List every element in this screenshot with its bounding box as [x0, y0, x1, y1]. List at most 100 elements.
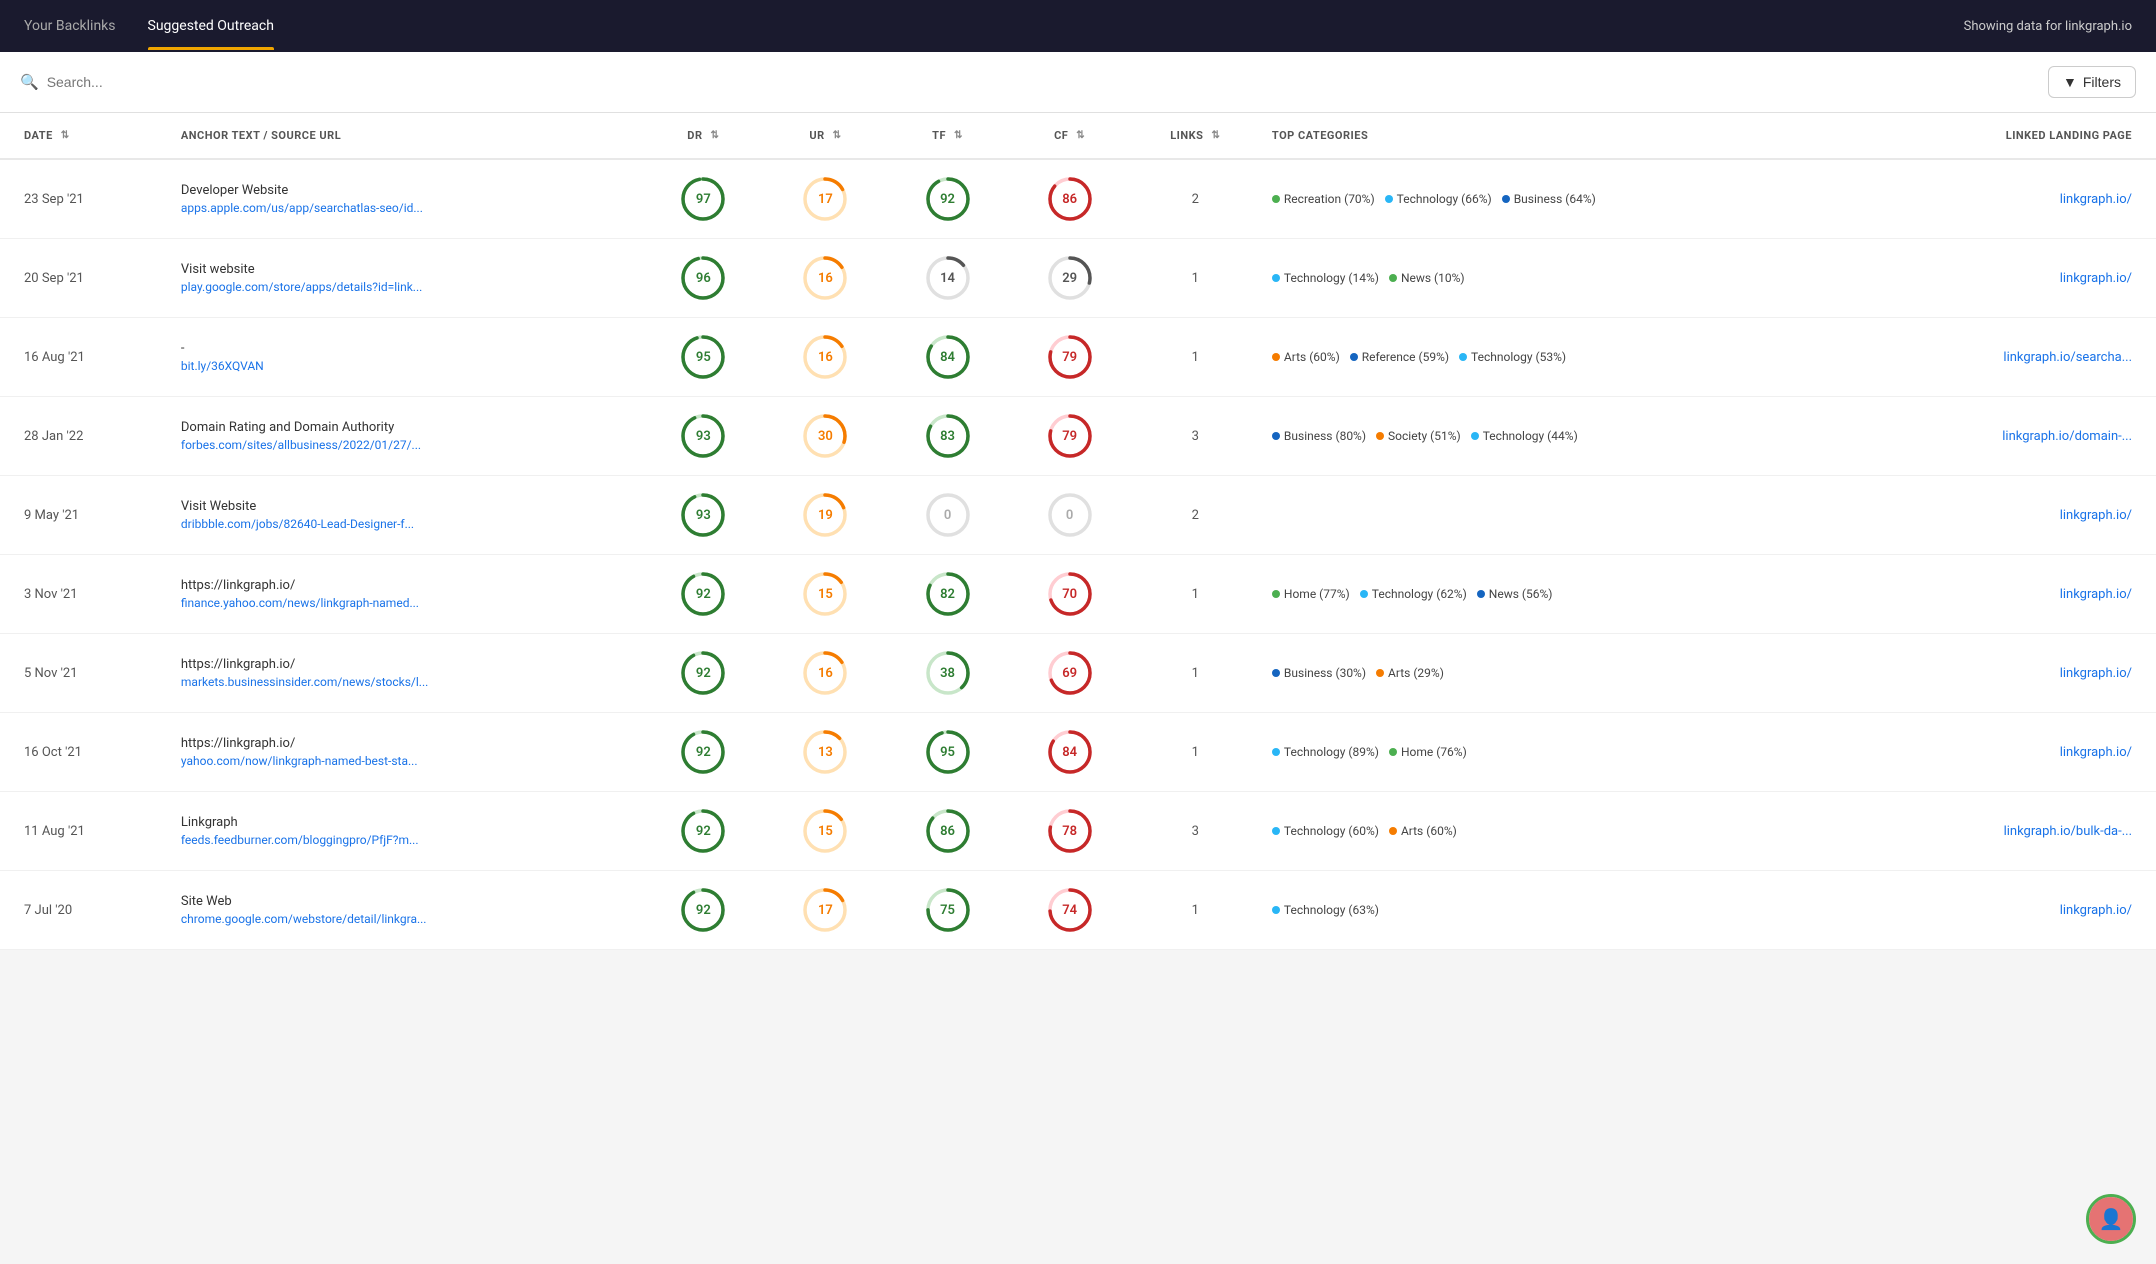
- ur-cell: 15: [764, 792, 886, 871]
- metric-circle: 92: [925, 176, 971, 222]
- dr-cell: 93: [642, 476, 764, 555]
- landing-cell[interactable]: linkgraph.io/: [1867, 555, 2156, 634]
- landing-cell[interactable]: linkgraph.io/domain-...: [1867, 397, 2156, 476]
- metric-circle: 93: [680, 413, 726, 459]
- links-cell: 1: [1131, 871, 1260, 950]
- backlinks-table: DATE⇅ ANCHOR TEXT / SOURCE URL DR⇅ UR⇅ T…: [0, 113, 2156, 950]
- sort-icon-tf: ⇅: [954, 130, 963, 141]
- metric-circle: 17: [802, 887, 848, 933]
- category-item: Home (77%): [1272, 587, 1350, 601]
- anchor-url[interactable]: yahoo.com/now/linkgraph-named-best-sta..…: [181, 754, 441, 768]
- table-container: DATE⇅ ANCHOR TEXT / SOURCE URL DR⇅ UR⇅ T…: [0, 113, 2156, 950]
- categories-cell: Technology (89%) Home (76%): [1260, 713, 1867, 792]
- anchor-url[interactable]: dribbble.com/jobs/82640-Lead-Designer-f.…: [181, 517, 441, 531]
- metric-circle: 86: [925, 808, 971, 854]
- col-dr[interactable]: DR⇅: [642, 113, 764, 159]
- categories-cell: Arts (60%) Reference (59%) Technology (5…: [1260, 318, 1867, 397]
- anchor-url[interactable]: feeds.feedburner.com/bloggingpro/PfjF?m.…: [181, 833, 441, 847]
- search-input[interactable]: [47, 74, 2048, 90]
- categories: Technology (63%): [1272, 903, 1855, 917]
- category-dot: [1272, 748, 1280, 756]
- col-tf[interactable]: TF⇅: [886, 113, 1008, 159]
- table-header: DATE⇅ ANCHOR TEXT / SOURCE URL DR⇅ UR⇅ T…: [0, 113, 2156, 159]
- metric-circle: 86: [1047, 176, 1093, 222]
- nav-suggested-outreach[interactable]: Suggested Outreach: [148, 2, 274, 50]
- anchor-cell: - bit.ly/36XQVAN: [169, 318, 642, 397]
- date-cell: 7 Jul '20: [0, 871, 169, 950]
- anchor-title: Domain Rating and Domain Authority: [181, 420, 630, 435]
- anchor-cell: Visit Website dribbble.com/jobs/82640-Le…: [169, 476, 642, 555]
- anchor-url[interactable]: finance.yahoo.com/news/linkgraph-named..…: [181, 596, 441, 610]
- table-row: 16 Aug '21 - bit.ly/36XQVAN 95 16: [0, 318, 2156, 397]
- col-date[interactable]: DATE⇅: [0, 113, 169, 159]
- cf-cell: 0: [1009, 476, 1131, 555]
- metric-circle: 17: [802, 176, 848, 222]
- col-categories: TOP CATEGORIES: [1260, 113, 1867, 159]
- metric-circle: 78: [1047, 808, 1093, 854]
- category-dot: [1272, 827, 1280, 835]
- col-anchor: ANCHOR TEXT / SOURCE URL: [169, 113, 642, 159]
- metric-circle: 15: [802, 571, 848, 617]
- category-label: Business (80%): [1284, 429, 1366, 443]
- metric-circle: 84: [1047, 729, 1093, 775]
- category-label: Technology (14%): [1284, 271, 1379, 285]
- links-cell: 1: [1131, 318, 1260, 397]
- avatar-image: 👤: [2089, 1197, 2133, 1241]
- landing-cell[interactable]: linkgraph.io/: [1867, 476, 2156, 555]
- category-item: Technology (63%): [1272, 903, 1379, 917]
- category-dot: [1272, 353, 1280, 361]
- sort-icon-links: ⇅: [1211, 130, 1220, 141]
- category-dot: [1389, 274, 1397, 282]
- col-links[interactable]: LINKS⇅: [1131, 113, 1260, 159]
- links-cell: 3: [1131, 397, 1260, 476]
- search-input-wrap: 🔍: [20, 73, 2048, 91]
- anchor-url[interactable]: markets.businessinsider.com/news/stocks/…: [181, 675, 441, 689]
- col-cf[interactable]: CF⇅: [1009, 113, 1131, 159]
- dr-cell: 93: [642, 397, 764, 476]
- landing-cell[interactable]: linkgraph.io/searcha...: [1867, 318, 2156, 397]
- anchor-cell: https://linkgraph.io/ finance.yahoo.com/…: [169, 555, 642, 634]
- ur-cell: 15: [764, 555, 886, 634]
- landing-cell[interactable]: linkgraph.io/bulk-da-...: [1867, 792, 2156, 871]
- anchor-url[interactable]: apps.apple.com/us/app/searchatlas-seo/id…: [181, 201, 441, 215]
- col-ur[interactable]: UR⇅: [764, 113, 886, 159]
- metric-circle: 0: [1047, 492, 1093, 538]
- category-item: Business (64%): [1502, 192, 1596, 206]
- anchor-url[interactable]: chrome.google.com/webstore/detail/linkgr…: [181, 912, 441, 926]
- anchor-title: Linkgraph: [181, 815, 630, 830]
- landing-cell[interactable]: linkgraph.io/: [1867, 871, 2156, 950]
- anchor-url[interactable]: bit.ly/36XQVAN: [181, 359, 441, 373]
- category-label: Home (77%): [1284, 587, 1350, 601]
- metric-circle: 83: [925, 413, 971, 459]
- landing-cell[interactable]: linkgraph.io/: [1867, 159, 2156, 239]
- metric-circle: 92: [680, 650, 726, 696]
- metric-circle: 92: [680, 571, 726, 617]
- landing-cell[interactable]: linkgraph.io/: [1867, 713, 2156, 792]
- landing-cell[interactable]: linkgraph.io/: [1867, 634, 2156, 713]
- ur-cell: 17: [764, 159, 886, 239]
- nav-your-backlinks[interactable]: Your Backlinks: [24, 2, 116, 50]
- category-label: Technology (89%): [1284, 745, 1379, 759]
- filter-icon: ▼: [2063, 74, 2077, 90]
- avatar[interactable]: 👤: [2086, 1194, 2136, 1244]
- category-dot: [1471, 432, 1479, 440]
- tf-cell: 84: [886, 318, 1008, 397]
- category-label: Arts (60%): [1401, 824, 1457, 838]
- ur-cell: 13: [764, 713, 886, 792]
- anchor-url[interactable]: play.google.com/store/apps/details?id=li…: [181, 280, 441, 294]
- anchor-title: Visit Website: [181, 499, 630, 514]
- category-dot: [1360, 590, 1368, 598]
- dr-cell: 95: [642, 318, 764, 397]
- date-cell: 5 Nov '21: [0, 634, 169, 713]
- metric-circle: 92: [680, 887, 726, 933]
- categories: Technology (89%) Home (76%): [1272, 745, 1855, 759]
- category-item: Technology (62%): [1360, 587, 1467, 601]
- category-item: Reference (59%): [1350, 350, 1449, 364]
- landing-cell[interactable]: linkgraph.io/: [1867, 239, 2156, 318]
- anchor-url[interactable]: forbes.com/sites/allbusiness/2022/01/27/…: [181, 438, 441, 452]
- filters-button[interactable]: ▼ Filters: [2048, 66, 2136, 98]
- dr-cell: 92: [642, 713, 764, 792]
- metric-circle: 30: [802, 413, 848, 459]
- metric-circle: 0: [925, 492, 971, 538]
- ur-cell: 17: [764, 871, 886, 950]
